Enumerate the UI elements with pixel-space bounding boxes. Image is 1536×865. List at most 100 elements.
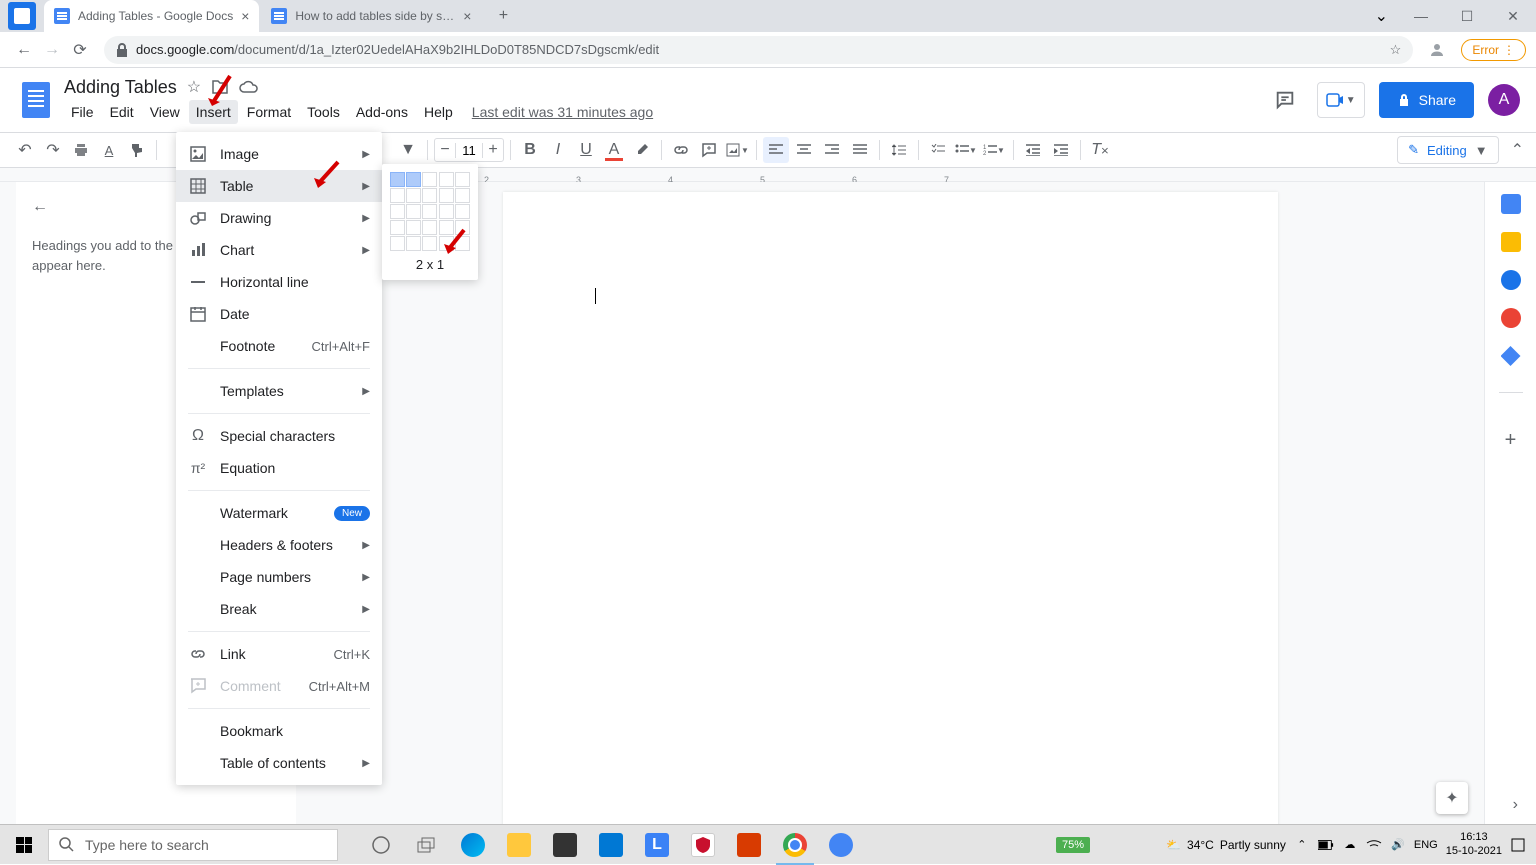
menu-insert[interactable]: Insert	[189, 100, 238, 124]
table-grid-cell[interactable]	[406, 172, 421, 187]
decrease-indent-button[interactable]	[1020, 137, 1046, 163]
menu-item-drawing[interactable]: Drawing▶	[176, 202, 382, 234]
table-grid-cell[interactable]	[439, 204, 454, 219]
document-title[interactable]: Adding Tables	[64, 77, 177, 98]
volume-icon[interactable]: 🔊	[1390, 837, 1406, 853]
menu-format[interactable]: Format	[240, 100, 298, 124]
menu-tools[interactable]: Tools	[300, 100, 347, 124]
undo-button[interactable]: ↶	[12, 137, 38, 163]
close-icon[interactable]: ×	[463, 8, 471, 24]
menu-item-table[interactable]: Table▶	[176, 170, 382, 202]
contacts-icon[interactable]	[1501, 308, 1521, 328]
increase-indent-button[interactable]	[1048, 137, 1074, 163]
spellcheck-button[interactable]: A	[96, 137, 122, 163]
window-close-button[interactable]: ✕	[1490, 0, 1536, 32]
maps-icon[interactable]	[1501, 346, 1521, 366]
window-maximize-button[interactable]: ☐	[1444, 0, 1490, 32]
table-grid-cell[interactable]	[422, 188, 437, 203]
checklist-button[interactable]	[925, 137, 951, 163]
table-grid-cell[interactable]	[422, 236, 437, 251]
start-button[interactable]	[4, 825, 44, 865]
chevron-up-icon[interactable]: ⌃	[1294, 837, 1310, 853]
menu-addons[interactable]: Add-ons	[349, 100, 415, 124]
add-comment-button[interactable]	[696, 137, 722, 163]
office-button[interactable]	[726, 825, 772, 865]
align-justify-button[interactable]	[847, 137, 873, 163]
menu-item-footnote[interactable]: FootnoteCtrl+Alt+F	[176, 330, 382, 362]
menu-item-special-characters[interactable]: ΩSpecial characters	[176, 420, 382, 452]
table-grid-cell[interactable]	[390, 172, 405, 187]
task-view-button[interactable]	[404, 825, 450, 865]
present-button[interactable]: ▼	[1317, 82, 1365, 118]
comments-button[interactable]	[1267, 82, 1303, 118]
star-icon[interactable]: ☆	[187, 77, 201, 97]
new-tab-button[interactable]: +	[489, 2, 517, 30]
menu-item-bookmark[interactable]: Bookmark	[176, 715, 382, 747]
app-button[interactable]	[818, 825, 864, 865]
clock[interactable]: 16:13 15-10-2021	[1446, 831, 1502, 857]
add-addon-button[interactable]: +	[1505, 429, 1517, 452]
font-dropdown-arrow[interactable]: ▼	[395, 137, 421, 163]
font-size-decrease[interactable]: −	[435, 141, 455, 159]
mail-button[interactable]	[588, 825, 634, 865]
docs-logo[interactable]	[16, 80, 56, 120]
taskbar-search-input[interactable]: Type here to search	[48, 829, 338, 861]
numbered-list-button[interactable]: 12▼	[981, 137, 1007, 163]
table-grid-cell[interactable]	[390, 236, 405, 251]
menu-item-image[interactable]: Image▶	[176, 138, 382, 170]
app-button[interactable]: L	[634, 825, 680, 865]
mcafee-button[interactable]	[680, 825, 726, 865]
calendar-icon[interactable]	[1501, 194, 1521, 214]
menu-item-date[interactable]: Date	[176, 298, 382, 330]
forward-button[interactable]: →	[38, 36, 66, 64]
align-left-button[interactable]	[763, 137, 789, 163]
explorer-button[interactable]	[496, 825, 542, 865]
underline-button[interactable]: U	[573, 137, 599, 163]
wifi-icon[interactable]	[1366, 837, 1382, 853]
menu-item-link[interactable]: LinkCtrl+K	[176, 638, 382, 670]
redo-button[interactable]: ↷	[40, 137, 66, 163]
table-grid-cell[interactable]	[455, 236, 470, 251]
battery-indicator[interactable]: 75%	[1056, 837, 1090, 853]
notifications-icon[interactable]	[1510, 837, 1526, 853]
align-right-button[interactable]	[819, 137, 845, 163]
table-grid-cell[interactable]	[406, 220, 421, 235]
bold-button[interactable]: B	[517, 137, 543, 163]
collapse-toolbar-button[interactable]: ⌃	[1511, 140, 1524, 160]
table-grid-cell[interactable]	[455, 204, 470, 219]
table-grid-cell[interactable]	[422, 204, 437, 219]
menu-file[interactable]: File	[64, 100, 101, 124]
align-center-button[interactable]	[791, 137, 817, 163]
link-button[interactable]	[668, 137, 694, 163]
table-grid-cell[interactable]	[406, 236, 421, 251]
cortana-button[interactable]	[358, 825, 404, 865]
reload-button[interactable]: ⟳	[66, 36, 94, 64]
chrome-button[interactable]	[772, 825, 818, 865]
page[interactable]	[503, 192, 1278, 824]
editing-mode-button[interactable]: ✎ Editing ▼	[1397, 136, 1499, 164]
line-spacing-button[interactable]	[886, 137, 912, 163]
tasks-icon[interactable]	[1501, 270, 1521, 290]
vertical-ruler[interactable]	[0, 182, 16, 824]
menu-item-table-of-contents[interactable]: Table of contents▶	[176, 747, 382, 779]
bookmark-star-icon[interactable]: ☆	[1390, 42, 1402, 58]
weather-widget[interactable]: ⛅ 34°C Partly sunny	[1166, 838, 1286, 852]
menu-item-break[interactable]: Break▶	[176, 593, 382, 625]
table-grid-cell[interactable]	[439, 236, 454, 251]
table-grid-picker[interactable]	[390, 172, 470, 251]
print-button[interactable]	[68, 137, 94, 163]
profile-button[interactable]	[1423, 36, 1451, 64]
table-grid-cell[interactable]	[422, 220, 437, 235]
bullet-list-button[interactable]: ▼	[953, 137, 979, 163]
table-grid-cell[interactable]	[422, 172, 437, 187]
menu-view[interactable]: View	[143, 100, 187, 124]
table-grid-cell[interactable]	[439, 220, 454, 235]
menu-help[interactable]: Help	[417, 100, 460, 124]
table-grid-cell[interactable]	[455, 220, 470, 235]
table-grid-cell[interactable]	[406, 188, 421, 203]
clear-formatting-button[interactable]: T×	[1087, 137, 1113, 163]
menu-item-chart[interactable]: Chart▶	[176, 234, 382, 266]
table-grid-cell[interactable]	[455, 172, 470, 187]
table-grid-cell[interactable]	[390, 188, 405, 203]
browser-tab-inactive[interactable]: How to add tables side by side in ×	[261, 0, 481, 32]
